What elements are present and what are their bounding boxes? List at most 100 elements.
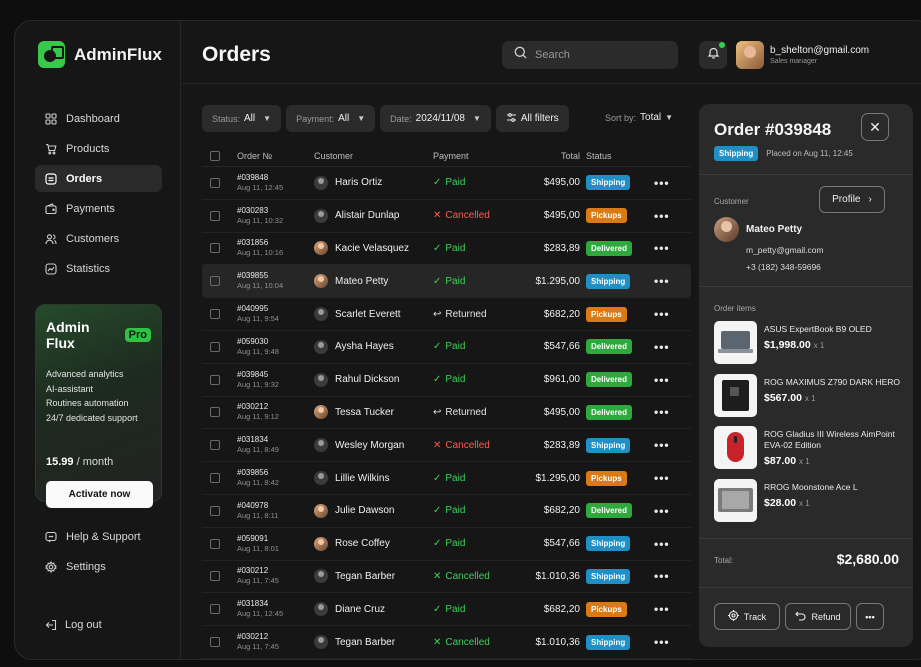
sidebar-item-statistics[interactable]: Statistics (35, 255, 162, 282)
row-checkbox[interactable] (210, 309, 220, 320)
row-checkbox[interactable] (210, 538, 220, 549)
order-item[interactable]: RROG Moonstone Ace L $28.00 x 1 (714, 479, 904, 522)
more-icon[interactable]: ••• (654, 340, 670, 354)
table-row[interactable]: #040978 Aug 11, 8:11 Julie Dawson ✓ Paid $682… (202, 495, 691, 528)
track-button[interactable]: Track (714, 603, 780, 630)
sidebar-item-settings[interactable]: Settings (35, 553, 162, 580)
more-icon[interactable]: ••• (654, 405, 670, 419)
more-icon[interactable]: ••• (654, 537, 670, 551)
more-icon[interactable]: ••• (654, 635, 670, 649)
payment-status: Paid (445, 275, 466, 287)
table-row[interactable]: #039855 Aug 11, 10:04 Mateo Petty ✓ Paid $1.2… (202, 265, 691, 299)
more-icon[interactable]: ••• (654, 373, 670, 387)
order-id: #031834 (237, 599, 269, 609)
order-total: $682,20 (543, 308, 580, 320)
order-item[interactable]: ROG Gladius III Wireless AimPoint EVA-02… (714, 426, 904, 469)
row-checkbox[interactable] (210, 571, 220, 582)
more-icon[interactable]: ••• (654, 569, 670, 583)
row-checkbox[interactable] (210, 637, 220, 648)
table-row[interactable]: #059030 Aug 11, 9:48 Aysha Hayes ✓ Paid $547,… (202, 331, 691, 364)
profile-button[interactable]: Profile › (819, 186, 885, 213)
table-row[interactable]: #030212 Aug 11, 7:45 Tegan Barber ✕ Cancelle… (202, 626, 691, 659)
sidebar-item-payments[interactable]: Payments (35, 195, 162, 222)
sidebar-item-dashboard[interactable]: Dashboard (35, 105, 162, 132)
table-row[interactable]: #031856 Aug 11, 10:16 Kacie Velasquez ✓ Paid… (202, 233, 691, 266)
payment-status: Cancelled (445, 570, 490, 582)
sidebar-item-label: Statistics (66, 262, 111, 275)
row-checkbox[interactable] (210, 177, 220, 188)
search-input[interactable] (535, 49, 665, 61)
table-row[interactable]: #059091 Aug 11, 8:01 Rose Coffey ✓ Paid $547,… (202, 528, 691, 561)
row-checkbox[interactable] (210, 341, 220, 352)
row-checkbox[interactable] (210, 243, 220, 254)
column-status: Status (586, 150, 612, 161)
table-row[interactable]: #031834 Aug 11, 12:45 Diane Cruz ✓ Paid $682,… (202, 593, 691, 627)
table-row[interactable]: #039845 Aug 11, 9:32 Rahul Dickson ✓ Paid $96… (202, 364, 691, 397)
logo[interactable]: AdminFlux (38, 41, 162, 68)
sort-dropdown[interactable]: Sort by: Total ▼ (605, 112, 673, 123)
sidebar-item-label: Settings (66, 560, 106, 573)
more-icon[interactable]: ••• (654, 274, 670, 288)
user-menu[interactable]: b_shelton@gmail.com Sales manager (736, 41, 869, 69)
sidebar-item-customers[interactable]: Customers (35, 225, 162, 252)
row-checkbox[interactable] (210, 473, 220, 484)
order-item[interactable]: ASUS ExpertBook B9 OLED $1,998.00 x 1 (714, 321, 904, 364)
customer-cell: Lillie Wilkins (314, 471, 389, 486)
close-button[interactable]: ✕ (861, 113, 889, 141)
row-checkbox[interactable] (210, 276, 220, 287)
search-box[interactable] (502, 41, 678, 69)
item-price-value: $1,998.00 (764, 339, 811, 351)
refund-button[interactable]: Refund (785, 603, 851, 630)
sidebar-item-label: Products (66, 142, 110, 155)
logout-button[interactable]: Log out (45, 619, 102, 631)
more-icon[interactable]: ••• (654, 307, 670, 321)
divider (699, 587, 913, 588)
table-row[interactable]: #031834 Aug 11, 8:49 Wesley Morgan ✕ Cancell… (202, 429, 691, 463)
status-cell: Pickups (586, 470, 627, 486)
pro-badge: Pro (124, 328, 151, 342)
payment-filter[interactable]: Payment: All ▼ (286, 105, 376, 132)
payment-status: Paid (445, 374, 466, 386)
sidebar-item-products[interactable]: Products (35, 135, 162, 162)
more-icon[interactable]: ••• (654, 176, 670, 190)
more-icon[interactable]: ••• (654, 209, 670, 223)
row-checkbox[interactable] (210, 374, 220, 385)
row-checkbox[interactable] (210, 604, 220, 615)
order-actions: Track Refund ••• (714, 603, 884, 630)
customer-name: Diane Cruz (335, 603, 386, 615)
more-icon[interactable]: ••• (654, 602, 670, 616)
more-actions-button[interactable]: ••• (856, 603, 884, 630)
table-row[interactable]: #030283 Aug 11, 10:32 Alistair Dunlap ✕ Canc… (202, 200, 691, 233)
select-all-checkbox[interactable] (210, 150, 220, 161)
customer-cell: Alistair Dunlap (314, 208, 399, 223)
more-icon[interactable]: ••• (654, 504, 670, 518)
item-name: ROG MAXIMUS Z790 DARK HERO (764, 377, 901, 387)
filter-value: 2024/11/08 (415, 113, 465, 124)
all-filters-button[interactable]: All filters (495, 105, 569, 132)
order-item[interactable]: ROG MAXIMUS Z790 DARK HERO $567.00 x 1 (714, 374, 904, 417)
row-checkbox[interactable] (210, 505, 220, 516)
table-row[interactable]: #039856 Aug 11, 8:42 Lillie Wilkins ✓ Paid $1… (202, 462, 691, 495)
date-filter[interactable]: Date: 2024/11/08 ▼ (380, 105, 491, 132)
more-icon[interactable]: ••• (654, 471, 670, 485)
activate-now-button[interactable]: Activate now (46, 481, 153, 508)
customer-cell: Kacie Velasquez (314, 241, 409, 256)
order-date: Aug 11, 10:04 (237, 281, 284, 291)
more-icon[interactable]: ••• (654, 241, 670, 255)
sidebar-item-help[interactable]: Help & Support (35, 523, 162, 550)
table-row[interactable]: #030212 Aug 11, 9:12 Tessa Tucker ↩ Returned… (202, 397, 691, 430)
table-row[interactable]: #030212 Aug 11, 7:45 Tegan Barber ✕ Cancelle… (202, 561, 691, 594)
table-row[interactable]: #039848 Aug 11, 12:45 Haris Ortiz ✓ Paid $495… (202, 167, 691, 200)
more-icon[interactable]: ••• (654, 438, 670, 452)
table-row[interactable]: #040995 Aug 11, 9:54 Scarlet Everett ↩ Retur… (202, 298, 691, 331)
profile-label: Profile (832, 194, 861, 205)
row-checkbox[interactable] (210, 440, 220, 451)
row-checkbox[interactable] (210, 210, 220, 221)
status-badge: Shipping (714, 146, 759, 161)
sidebar-item-orders[interactable]: Orders (35, 165, 162, 192)
row-checkbox[interactable] (210, 407, 220, 418)
item-qty: x 1 (799, 457, 810, 466)
notifications-button[interactable] (699, 41, 727, 69)
status-filter[interactable]: Status: All ▼ (202, 105, 282, 132)
item-price: $567.00 x 1 (764, 392, 904, 404)
